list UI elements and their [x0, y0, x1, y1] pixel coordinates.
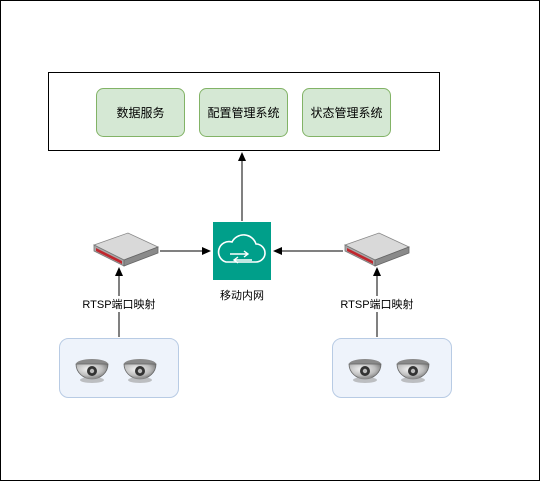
network-label: 移动内网 [220, 288, 264, 302]
mapping-label-left: RTSP端口映射 [82, 297, 155, 311]
router-icon-left [93, 232, 159, 267]
service-box-status: 状态管理系统 [302, 88, 391, 137]
service-box-config: 配置管理系统 [199, 88, 288, 137]
service-box-data: 数据服务 [96, 88, 185, 137]
service-label: 数据服务 [116, 105, 164, 120]
dome-camera-icon [348, 358, 382, 384]
dome-camera-icon [75, 358, 109, 384]
dome-camera-icon [396, 358, 430, 384]
camera-group-left [59, 338, 179, 398]
cloud-network-icon [213, 222, 271, 280]
service-label: 配置管理系统 [207, 105, 279, 120]
router-icon-right [344, 232, 410, 267]
diagram-canvas: 数据服务 配置管理系统 状态管理系统 移动内网 RTSP端口映射 RTSP端口映… [0, 0, 540, 481]
mapping-label-right: RTSP端口映射 [340, 297, 413, 311]
camera-group-right [332, 338, 452, 398]
dome-camera-icon [123, 358, 157, 384]
architecture-diagram: 数据服务 配置管理系统 状态管理系统 移动内网 RTSP端口映射 RTSP端口映… [0, 0, 540, 481]
service-label: 状态管理系统 [310, 105, 382, 120]
